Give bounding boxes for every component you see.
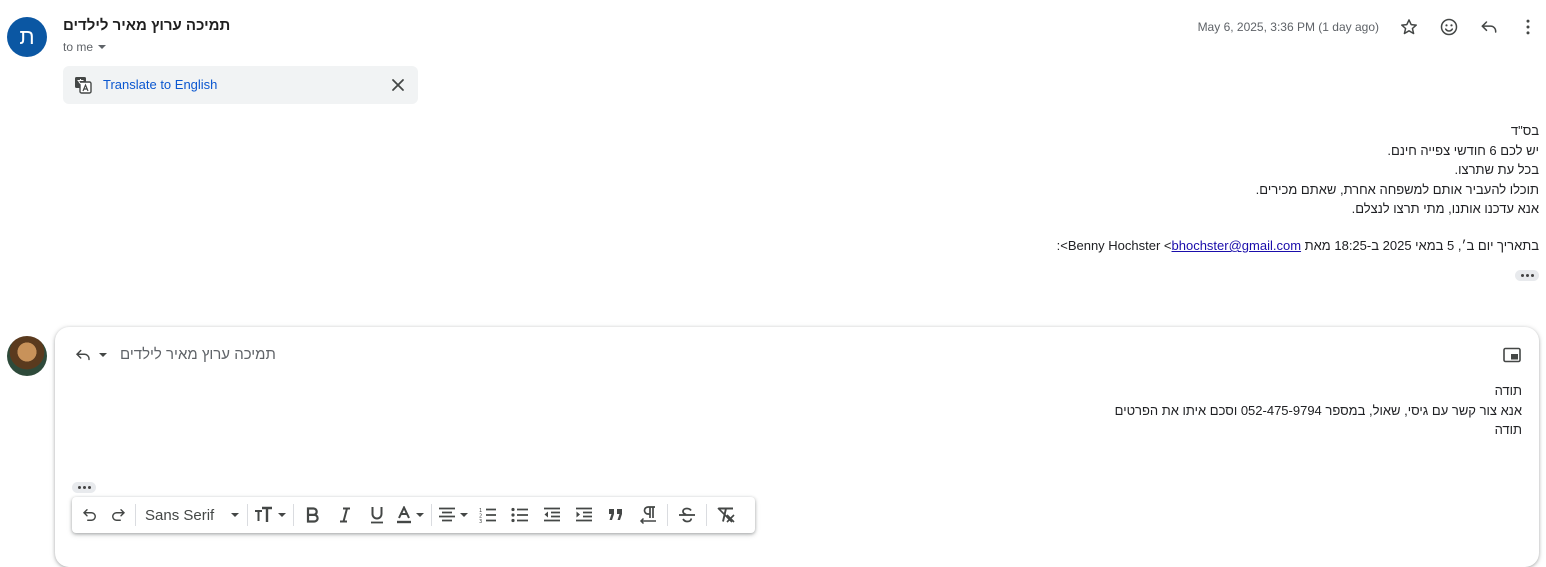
- text-color-icon[interactable]: [393, 501, 428, 529]
- quote-prefix: בתאריך יום ב׳, 5 במאי 2025 ב-18:25 מאת B…: [1067, 238, 1539, 253]
- star-icon[interactable]: [1397, 15, 1421, 39]
- translate-bar: Translate to English: [63, 66, 418, 104]
- text-direction-icon[interactable]: [632, 501, 664, 529]
- indent-less-icon[interactable]: [536, 501, 568, 529]
- quote-email-link[interactable]: bhochster@gmail.com: [1172, 238, 1302, 253]
- compose-line: תודה: [1494, 422, 1522, 437]
- translate-to-english-link[interactable]: Translate to English: [103, 77, 217, 92]
- message-body: בס"ד יש לכם 6 חודשי צפייה חינם. בכל עת ש…: [1256, 121, 1539, 219]
- more-vert-icon[interactable]: [1516, 15, 1540, 39]
- reply-icon: [74, 346, 92, 364]
- recipient-details-toggle[interactable]: to me: [63, 40, 107, 54]
- close-icon[interactable]: [390, 77, 406, 93]
- bulleted-list-icon[interactable]: [504, 501, 536, 529]
- sender-name[interactable]: תמיכה ערוץ מאיר לילדים: [63, 17, 230, 34]
- numbered-list-icon[interactable]: 123: [472, 501, 504, 529]
- pop-out-icon[interactable]: [1503, 347, 1521, 363]
- font-family-label: Sans Serif: [145, 506, 215, 524]
- italic-icon[interactable]: [329, 501, 361, 529]
- emoji-icon[interactable]: [1437, 15, 1461, 39]
- compose-line: תודה: [1494, 383, 1522, 398]
- underline-icon[interactable]: [361, 501, 393, 529]
- body-line: יש לכם 6 חודשי צפייה חינם.: [1387, 142, 1539, 158]
- svg-text:3: 3: [479, 519, 482, 523]
- font-family-select[interactable]: Sans Serif: [139, 501, 244, 529]
- quote-attribution: בתאריך יום ב׳, 5 במאי 2025 ב-18:25 מאת B…: [1057, 238, 1539, 253]
- sender-avatar[interactable]: ת: [7, 17, 47, 57]
- user-avatar[interactable]: [7, 336, 47, 376]
- compose-line: אנא צור קשר עם גיסי, שאול, במספר 052-475…: [1114, 402, 1522, 418]
- quote-suffix: >:: [1056, 238, 1068, 253]
- strikethrough-icon[interactable]: [671, 501, 703, 529]
- formatting-toolbar: Sans Serif 123: [72, 497, 755, 533]
- bold-icon[interactable]: [297, 501, 329, 529]
- reply-recipient[interactable]: תמיכה ערוץ מאיר לילדים: [120, 346, 276, 363]
- chevron-down-icon: [98, 350, 108, 360]
- show-trimmed-content-button[interactable]: [1515, 270, 1539, 281]
- chevron-down-icon: [97, 42, 107, 52]
- message-date: May 6, 2025, 3:36 PM (1 day ago): [1197, 20, 1379, 34]
- remove-formatting-icon[interactable]: [710, 501, 742, 529]
- compose-body[interactable]: תודה אנא צור קשר עם גיסי, שאול, במספר 05…: [1115, 381, 1522, 440]
- chevron-down-icon: [230, 510, 240, 520]
- undo-icon[interactable]: [76, 501, 104, 529]
- indent-more-icon[interactable]: [568, 501, 600, 529]
- reply-icon[interactable]: [1477, 15, 1501, 39]
- show-trimmed-content-button[interactable]: [72, 482, 96, 493]
- redo-icon[interactable]: [104, 501, 132, 529]
- translate-icon: [74, 76, 92, 94]
- align-icon[interactable]: [435, 501, 472, 529]
- body-line: אנא עדכנו אותנו, מתי תרצו לנצלם.: [1351, 201, 1539, 216]
- body-line: בס"ד: [1510, 123, 1539, 138]
- font-size-icon[interactable]: [251, 501, 290, 529]
- reply-type-dropdown[interactable]: [74, 346, 108, 364]
- body-line: בכל עת שתרצו.: [1454, 162, 1540, 177]
- body-line: תוכלו להעביר אותם למשפחה אחרת, שאתם מכיר…: [1255, 181, 1539, 197]
- to-me-label: to me: [63, 40, 94, 54]
- quote-icon[interactable]: [600, 501, 632, 529]
